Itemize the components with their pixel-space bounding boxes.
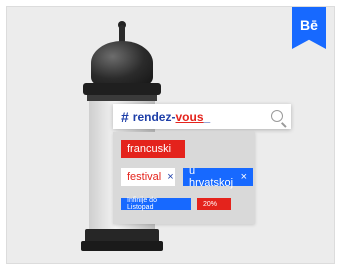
behance-badge[interactable]: Bē xyxy=(292,7,326,49)
column-foot xyxy=(81,241,163,251)
tag-percentage[interactable]: 20% xyxy=(197,198,231,210)
tag-francuski[interactable]: francuski xyxy=(121,140,185,158)
tags-panel: francuski festival × u hrvatskoj × Infin… xyxy=(113,132,255,224)
close-icon[interactable]: × xyxy=(167,171,173,183)
search-bar[interactable]: # rendez-vous_ xyxy=(113,104,291,129)
search-icon[interactable] xyxy=(271,110,283,122)
behance-logo: Bē xyxy=(300,17,318,33)
close-icon[interactable]: × xyxy=(241,171,247,183)
tag-date[interactable]: Infinije do Listopad xyxy=(121,197,191,211)
column-cap xyxy=(83,83,161,95)
hashtag-icon: # xyxy=(121,108,129,125)
card: Bē # rendez-vous_ francuski festival × u… xyxy=(6,6,335,264)
search-query: rendez-vous_ xyxy=(132,109,211,124)
tag-festival[interactable]: festival × xyxy=(121,168,175,186)
column-dome xyxy=(91,41,153,85)
tag-u-hrvatskoj[interactable]: u hrvatskoj × xyxy=(183,165,253,189)
